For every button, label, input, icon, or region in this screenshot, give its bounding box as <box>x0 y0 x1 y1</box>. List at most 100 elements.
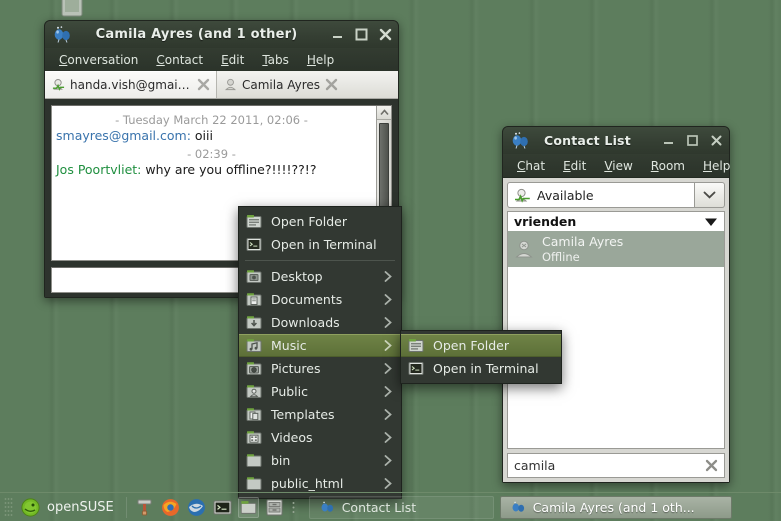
music-folder-submenu[interactable]: Open Folder Open in Terminal <box>400 330 562 384</box>
menu-item-label: Downloads <box>271 315 340 330</box>
menu-contact[interactable]: Contact <box>147 50 212 70</box>
task-camila-ayres[interactable]: Camila Ayres (and 1 oth... <box>499 495 732 519</box>
contact-search[interactable]: camila <box>507 453 725 478</box>
menu-item-templates[interactable]: Templates <box>239 403 401 426</box>
taskbar-grip[interactable] <box>4 497 13 517</box>
search-input[interactable]: camila <box>514 458 705 473</box>
menu-item-desktop[interactable]: Desktop <box>239 265 401 288</box>
chevron-right-icon <box>384 340 392 351</box>
open-folder-icon <box>408 339 424 352</box>
menu-item-bin[interactable]: bin <box>239 449 401 472</box>
contact-menubar[interactable]: Chat Edit View Room Help <box>503 154 730 178</box>
menu-chat[interactable]: Chat <box>508 156 554 176</box>
menu-item-label: public_html <box>271 476 344 491</box>
group-label: vrienden <box>514 214 577 229</box>
tab-camila-ayres[interactable]: Camila Ayres <box>217 71 398 98</box>
tab-handa-vish[interactable]: handa.vish@gmail.c... <box>45 71 217 98</box>
file-manager-icon[interactable] <box>237 496 259 518</box>
minimize-button[interactable] <box>331 28 344 41</box>
folder-public-icon <box>246 385 262 398</box>
menu-item-pictures[interactable]: Pictures <box>239 357 401 380</box>
status-dropdown-button[interactable] <box>695 182 725 208</box>
folder-music-icon <box>246 339 262 352</box>
menu-tabs[interactable]: Tabs <box>253 50 298 70</box>
contact-group-vrienden[interactable]: vrienden <box>507 211 725 231</box>
close-icon[interactable] <box>705 459 718 472</box>
thunderbird-icon[interactable] <box>186 497 207 518</box>
contact-name: Camila Ayres <box>542 234 624 249</box>
chat-titlebar[interactable]: Camila Ayres (and 1 other) <box>45 21 398 48</box>
taskbar[interactable]: openSUSE Contact List Camila Ayres (and … <box>0 492 781 521</box>
contact-list-window[interactable]: Contact List Chat Edit View Room Help Av… <box>502 126 730 483</box>
message-text: why are you offline?!!!!??!? <box>145 162 317 177</box>
menu-item-documents[interactable]: Documents <box>239 288 401 311</box>
menu-conversation[interactable]: Conversation <box>50 50 147 70</box>
contact-row-camila-ayres[interactable]: Camila Ayres Offline <box>508 231 724 267</box>
chevron-right-icon <box>384 294 392 305</box>
chat-menubar[interactable]: Conversation Contact Edit Tabs Help <box>45 48 398 72</box>
menu-item-open-folder[interactable]: Open Folder <box>239 210 401 233</box>
task-label: Camila Ayres (and 1 oth... <box>532 499 695 515</box>
contact-status: Offline <box>542 249 580 264</box>
chevron-right-icon <box>384 386 392 397</box>
maximize-button[interactable] <box>686 134 699 147</box>
menu-item-label: Pictures <box>271 361 321 376</box>
triangle-down-icon[interactable] <box>704 217 718 227</box>
file-manager-context-menu[interactable]: Open Folder Open in Terminal Desktop Doc… <box>238 206 402 499</box>
chat-message: Jos Poortvliet: why are you offline?!!!!… <box>56 162 383 177</box>
tray-grip-icon[interactable] <box>290 499 297 516</box>
chat-message: smayres@gmail.com: oiii <box>56 128 383 143</box>
maximize-button[interactable] <box>355 28 368 41</box>
chat-window-title: Camila Ayres (and 1 other) <box>95 27 298 42</box>
package-updater-icon[interactable] <box>134 497 155 518</box>
submenu-item-open-in-terminal[interactable]: Open in Terminal <box>401 357 561 380</box>
menu-item-videos[interactable]: Videos <box>239 426 401 449</box>
message-nick: smayres@gmail.com: <box>56 128 191 143</box>
menu-help[interactable]: Help <box>694 156 739 176</box>
menu-help[interactable]: Help <box>298 50 343 70</box>
message-nick: Jos Poortvliet: <box>56 162 142 177</box>
task-contact-list[interactable]: Contact List <box>308 495 494 519</box>
menu-item-public[interactable]: Public <box>239 380 401 403</box>
menu-edit[interactable]: Edit <box>554 156 595 176</box>
menu-edit[interactable]: Edit <box>212 50 253 70</box>
status-combo[interactable]: Available <box>507 182 695 208</box>
minimize-button[interactable] <box>662 134 675 147</box>
archive-icon[interactable] <box>264 497 285 518</box>
message-timestamp: - Tuesday March 22 2011, 02:06 - <box>115 113 308 127</box>
contact-titlebar[interactable]: Contact List <box>503 127 729 154</box>
close-icon[interactable] <box>325 78 338 91</box>
terminal-icon <box>408 362 424 375</box>
trash-bin-icon[interactable] <box>57 0 87 20</box>
menu-item-music[interactable]: Music <box>239 334 401 357</box>
close-button[interactable] <box>710 134 723 147</box>
menu-item-label: Templates <box>271 407 335 422</box>
close-button[interactable] <box>379 28 392 41</box>
conversation-tabstrip[interactable]: handa.vish@gmail.c... Camila Ayres <box>45 71 398 99</box>
contact-window-buttons[interactable] <box>652 134 723 147</box>
menu-view[interactable]: View <box>595 156 641 176</box>
chevron-right-icon <box>384 363 392 374</box>
menu-item-open-in-terminal[interactable]: Open in Terminal <box>239 233 401 256</box>
scroll-up-button[interactable] <box>377 106 391 120</box>
submenu-item-label: Open Folder <box>433 338 509 353</box>
chat-window-buttons[interactable] <box>321 28 392 41</box>
contact-window-title: Contact List <box>544 133 631 148</box>
menu-item-downloads[interactable]: Downloads <box>239 311 401 334</box>
menu-separator <box>245 260 395 261</box>
start-label: openSUSE <box>47 499 114 515</box>
window-task-buttons[interactable]: Contact List Camila Ayres (and 1 oth... <box>304 493 781 521</box>
terminal-icon[interactable] <box>212 497 233 518</box>
firefox-icon[interactable] <box>160 497 181 518</box>
submenu-item-open-folder[interactable]: Open Folder <box>401 334 561 357</box>
pidgin-balloons-icon <box>512 132 528 149</box>
start-menu-button[interactable]: openSUSE <box>16 493 126 521</box>
status-selector[interactable]: Available <box>507 182 725 208</box>
pidgin-balloons-icon <box>54 26 70 43</box>
close-icon[interactable] <box>197 78 210 91</box>
menu-room[interactable]: Room <box>642 156 694 176</box>
open-folder-icon <box>246 215 262 228</box>
system-tray[interactable] <box>127 496 304 518</box>
folder-pictures-icon <box>246 362 262 375</box>
person-offline-icon <box>225 78 236 91</box>
